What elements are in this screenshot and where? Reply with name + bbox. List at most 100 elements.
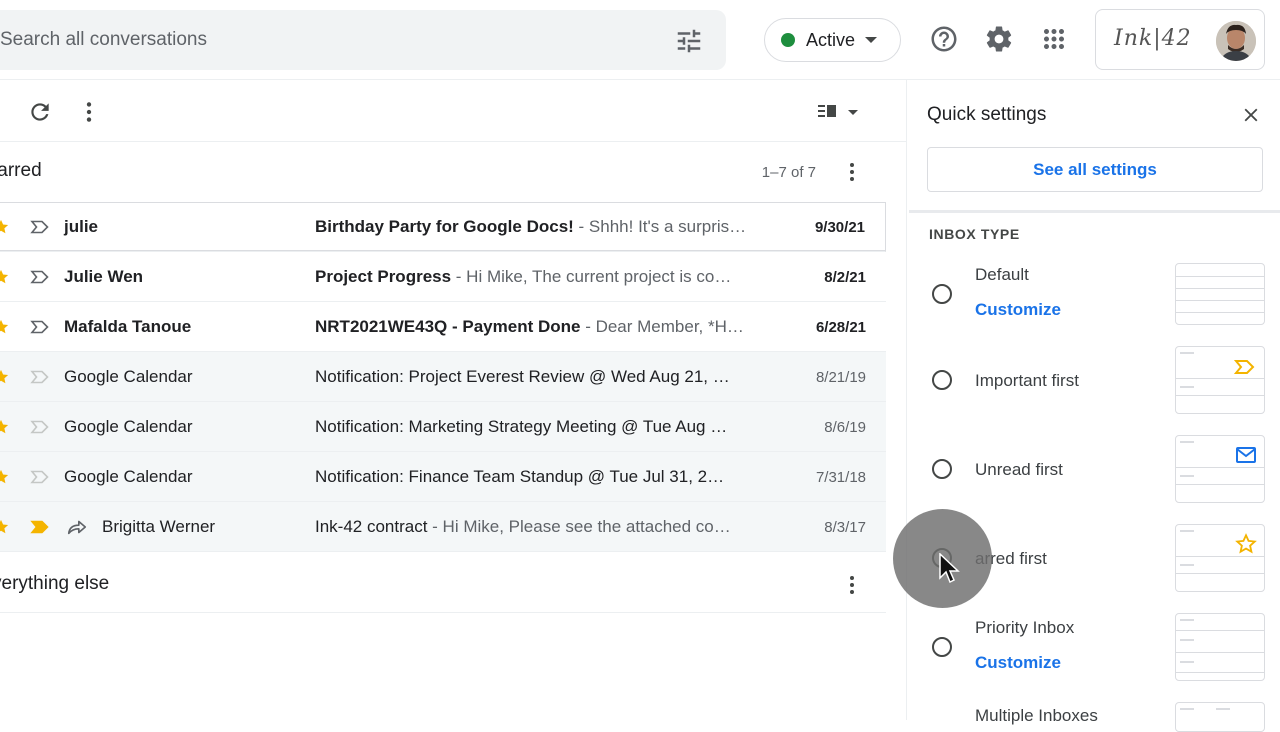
radio-priority-inbox[interactable] xyxy=(932,637,952,657)
section-more-icon[interactable] xyxy=(840,573,864,597)
search-bar xyxy=(0,10,726,70)
email-date: 8/2/21 xyxy=(824,269,866,286)
email-date: 7/31/18 xyxy=(815,469,866,486)
email-subject-line: NRT2021WE43Q - Payment Done - Dear Membe… xyxy=(315,317,751,337)
customize-priority-link[interactable]: Customize xyxy=(975,653,1061,673)
email-snippet: - Hi Mike, Please see the attached co… xyxy=(427,517,731,536)
email-subject-line: Notification: Marketing Strategy Meeting… xyxy=(315,417,751,437)
section-title: verything else xyxy=(0,573,110,594)
close-icon[interactable] xyxy=(1240,104,1262,126)
star-icon[interactable] xyxy=(0,518,10,536)
star-icon[interactable] xyxy=(0,268,10,286)
email-sender: Google Calendar xyxy=(64,417,193,436)
status-label: Active xyxy=(806,29,856,50)
email-row[interactable]: Google Calendar Notification: Marketing S… xyxy=(0,402,886,452)
email-subject: Notification: Marketing Strategy Meeting… xyxy=(315,417,728,436)
email-snippet: - Dear Member, *H… xyxy=(580,317,744,336)
email-row[interactable]: Google Calendar Notification: Project Eve… xyxy=(0,352,886,402)
star-icon[interactable] xyxy=(0,368,10,386)
email-subject-line: Project Progress - Hi Mike, The current … xyxy=(315,267,751,287)
divider xyxy=(909,210,1280,213)
email-subject: Notification: Project Everest Review @ W… xyxy=(315,367,730,386)
email-row[interactable]: Julie Wen Project Progress - Hi Mike, The… xyxy=(0,252,886,302)
star-icon[interactable] xyxy=(0,468,10,486)
refresh-icon[interactable] xyxy=(27,99,53,125)
tune-icon[interactable] xyxy=(674,26,704,56)
brand-logo: Ink|42 xyxy=(1114,26,1192,51)
email-subject-line: Notification: Finance Team Standup @ Tue… xyxy=(315,467,751,487)
apps-grid-icon[interactable] xyxy=(1039,24,1069,54)
forward-icon xyxy=(67,520,87,535)
envelope-icon xyxy=(1236,447,1256,463)
email-list: julie Birthday Party for Google Docs! - S… xyxy=(0,202,886,552)
email-date: 6/28/21 xyxy=(815,319,866,336)
email-row[interactable]: julie Birthday Party for Google Docs! - S… xyxy=(0,202,886,252)
starred-section-header: tarred 1–7 of 7 xyxy=(0,142,886,202)
email-subject: Ink-42 contract xyxy=(315,517,428,536)
section-more-icon[interactable] xyxy=(840,160,864,184)
search-input[interactable] xyxy=(0,10,600,70)
email-subject: Project Progress xyxy=(315,267,452,286)
settings-gear-icon[interactable] xyxy=(984,24,1014,54)
quick-settings-panel: Quick settings See all settings INBOX TY… xyxy=(906,80,1280,732)
inbox-type-heading: INBOX TYPE xyxy=(929,226,1020,242)
radio-unread-first[interactable] xyxy=(932,459,952,479)
option-label-default: Default xyxy=(975,265,1029,284)
important-marker-icon[interactable] xyxy=(30,270,50,284)
email-subject: Birthday Party for Google Docs! xyxy=(315,217,574,236)
starred-first-preview-thumbnail xyxy=(1175,524,1265,592)
email-sender: Mafalda Tanoue xyxy=(64,317,192,336)
help-icon[interactable] xyxy=(929,24,959,54)
everything-else-section-header: verything else xyxy=(0,553,886,613)
email-sender: Julie Wen xyxy=(64,267,144,286)
more-vert-icon[interactable] xyxy=(76,99,102,125)
important-marker-icon[interactable] xyxy=(30,520,50,534)
option-label-priority-inbox: Priority Inbox xyxy=(975,618,1075,637)
email-sender: julie xyxy=(64,217,99,236)
list-toolbar xyxy=(0,80,906,142)
email-sender: Brigitta Werner xyxy=(102,517,216,536)
see-all-settings-button[interactable]: See all settings xyxy=(927,147,1263,192)
quick-settings-title: Quick settings xyxy=(927,104,1047,125)
option-label-unread-first: Unread first xyxy=(975,460,1063,479)
important-marker-icon[interactable] xyxy=(30,220,50,234)
pagination-count: 1–7 of 7 xyxy=(761,164,816,181)
important-marker-icon[interactable] xyxy=(30,420,50,434)
email-date: 8/3/17 xyxy=(824,519,866,536)
radio-default[interactable] xyxy=(932,284,952,304)
star-outline-icon xyxy=(1235,533,1257,554)
email-subject-line: Birthday Party for Google Docs! - Shhh! … xyxy=(315,217,751,237)
email-date: 9/30/21 xyxy=(814,219,865,236)
email-subject: NRT2021WE43Q - Payment Done xyxy=(315,317,581,336)
important-marker-icon[interactable] xyxy=(30,370,50,384)
email-subject-line: Ink-42 contract - Hi Mike, Please see th… xyxy=(315,517,751,537)
email-subject-line: Notification: Project Everest Review @ W… xyxy=(315,367,751,387)
star-icon[interactable] xyxy=(0,218,10,236)
default-preview-thumbnail xyxy=(1175,263,1265,325)
email-row[interactable]: Mafalda Tanoue NRT2021WE43Q - Payment Don… xyxy=(0,302,886,352)
email-subject: Notification: Finance Team Standup @ Tue… xyxy=(315,467,725,486)
caret-down-icon xyxy=(865,37,878,43)
avatar[interactable] xyxy=(1216,21,1256,61)
option-label-important-first: Important first xyxy=(975,371,1079,390)
multiple-inboxes-preview-thumbnail xyxy=(1175,702,1265,732)
account-switcher[interactable]: Ink|42 xyxy=(1095,9,1265,70)
star-icon[interactable] xyxy=(0,418,10,436)
important-marker-icon[interactable] xyxy=(30,320,50,334)
important-first-preview-thumbnail xyxy=(1175,346,1265,414)
option-label-multiple-inboxes: Multiple Inboxes xyxy=(975,706,1098,725)
email-date: 8/6/19 xyxy=(824,419,866,436)
email-row[interactable]: Brigitta Werner Ink-42 contract - Hi Mike… xyxy=(0,502,886,552)
section-title: tarred xyxy=(0,160,42,181)
radio-important-first[interactable] xyxy=(932,370,952,390)
customize-default-link[interactable]: Customize xyxy=(975,300,1061,320)
important-marker-icon xyxy=(1234,360,1255,374)
star-icon[interactable] xyxy=(0,318,10,336)
important-marker-icon[interactable] xyxy=(30,470,50,484)
top-header: Active Ink|42 xyxy=(0,0,1280,80)
split-pane-toggle-icon[interactable] xyxy=(816,99,862,125)
unread-first-preview-thumbnail xyxy=(1175,435,1265,503)
email-row[interactable]: Google Calendar Notification: Finance Tea… xyxy=(0,452,886,502)
status-dropdown[interactable]: Active xyxy=(764,18,901,62)
email-sender: Google Calendar xyxy=(64,467,193,486)
